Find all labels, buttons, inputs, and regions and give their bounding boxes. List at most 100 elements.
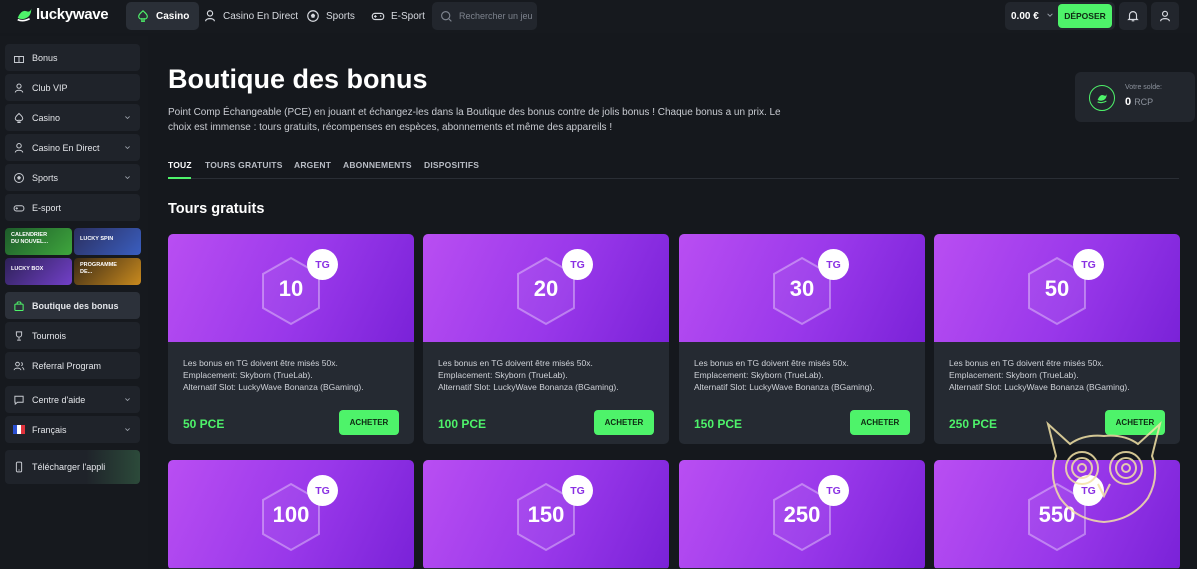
sidebar-item-referral[interactable]: Referral Program <box>5 352 140 379</box>
search-placeholder: Rechercher un jeu <box>459 11 533 21</box>
card-banner: 20 TG <box>423 234 669 342</box>
card-banner: 50 TG <box>934 234 1180 342</box>
bonus-card: 10 TG Les bonus en TG doivent être misés 5… <box>168 234 414 444</box>
tg-badge: TG <box>562 475 593 506</box>
card-description: Les bonus en TG doivent être misés 50x. E… <box>949 358 1130 392</box>
card-banner: 30 TG <box>679 234 925 342</box>
logo-icon <box>17 8 32 22</box>
tab-dispositifs[interactable]: DISPOSITIFS <box>424 160 479 170</box>
promo-label: LUCKY BOX <box>11 266 44 272</box>
nav-sports[interactable]: Sports <box>296 2 365 30</box>
user-icon <box>12 81 26 95</box>
card-value: 10 <box>278 276 304 301</box>
sidebar-item-label: Centre d'aide <box>32 394 86 405</box>
spade-icon <box>138 9 148 22</box>
bonus-card: 550 TG <box>934 460 1180 569</box>
logo[interactable]: luckywave <box>16 6 109 23</box>
promo-lucky-spin[interactable]: LUCKY SPIN <box>74 228 141 255</box>
balance-box[interactable]: 0.00 € DÉPOSER <box>1005 2 1115 30</box>
dealer-icon <box>12 141 26 155</box>
balance-label: Votre solde: <box>1125 84 1162 91</box>
sidebar-item-bonus-shop[interactable]: Boutique des bonus <box>5 292 140 319</box>
tab-argent[interactable]: ARGENT <box>294 160 331 170</box>
promo-label: CALENDRIER DU NOUVEL... <box>11 232 48 245</box>
card-banner: 150 TG <box>423 460 669 568</box>
tg-badge: TG <box>818 475 849 506</box>
nav-label: Casino En Direct <box>223 10 299 22</box>
sidebar-item-esport[interactable]: E-sport <box>5 194 140 221</box>
spade-icon <box>12 111 26 125</box>
tab-touz[interactable]: TOUZ <box>168 160 192 170</box>
card-price: 150 PCE <box>694 417 743 431</box>
sidebar-item-help[interactable]: Centre d'aide <box>5 386 140 413</box>
card-description: Les bonus en TG doivent être misés 50x. E… <box>183 358 364 392</box>
card-value: 30 <box>789 276 815 301</box>
bonus-card: 20 TG Les bonus en TG doivent être misés 5… <box>423 234 669 444</box>
buy-button[interactable]: ACHETER <box>594 410 654 435</box>
tg-badge: TG <box>562 249 593 280</box>
bonus-card: 100 TG <box>168 460 414 569</box>
tab-abonnements[interactable]: ABONNEMENTS <box>343 160 412 170</box>
tab-tours-gratuits[interactable]: TOURS GRATUITS <box>205 160 283 170</box>
card-body: Les bonus en TG doivent être misés 50x. E… <box>934 342 1180 444</box>
card-body: Les bonus en TG doivent être misés 50x. E… <box>423 342 669 444</box>
nav-label: E-Sport <box>391 10 425 22</box>
search-input[interactable]: Rechercher un jeu <box>432 2 537 30</box>
card-price: 100 PCE <box>438 417 487 431</box>
sidebar-item-casino[interactable]: Casino <box>5 104 140 131</box>
tg-badge: TG <box>818 249 849 280</box>
active-tab-indicator <box>168 177 191 179</box>
page-description: Point Comp Échangeable (PCE) en jouant e… <box>168 107 781 133</box>
promo-lucky-box[interactable]: LUCKY BOX <box>5 258 72 285</box>
deposit-button[interactable]: DÉPOSER <box>1058 4 1112 28</box>
nav-esport[interactable]: E-Sport <box>361 2 435 30</box>
card-value: 100 <box>272 502 310 527</box>
chevron-down-icon <box>125 116 130 120</box>
bonus-card: 30 TG Les bonus en TG doivent être misés 5… <box>679 234 925 444</box>
nav-casino[interactable]: Casino <box>126 2 200 30</box>
ball-icon <box>307 10 319 22</box>
sidebar-item-label: Casino En Direct <box>32 142 100 153</box>
bonus-card: 250 TG <box>679 460 925 569</box>
card-banner: 10 TG <box>168 234 414 342</box>
chevron-down-icon <box>1047 13 1053 17</box>
nav-label: Casino <box>156 10 190 22</box>
promo-calendar[interactable]: CALENDRIER DU NOUVEL... <box>5 228 72 255</box>
gift-icon <box>12 51 26 65</box>
chevron-down-icon <box>125 428 130 432</box>
card-banner: 250 TG <box>679 460 925 568</box>
sidebar-item-live-casino[interactable]: Casino En Direct <box>5 134 140 161</box>
sidebar-item-language[interactable]: Français <box>5 416 140 443</box>
buy-button[interactable]: ACHETER <box>339 410 399 435</box>
sidebar-item-bonus[interactable]: Bonus <box>5 44 140 71</box>
sidebar-item-download-app[interactable]: Télécharger l'appli <box>5 450 140 484</box>
card-description: Les bonus en TG doivent être misés 50x. E… <box>694 358 875 392</box>
ball-icon <box>12 171 26 185</box>
sidebar-item-tournois[interactable]: Tournois <box>5 322 140 349</box>
sidebar-item-label: Bonus <box>32 52 58 63</box>
notifications-button[interactable] <box>1119 2 1147 30</box>
buy-button[interactable]: ACHETER <box>850 410 910 435</box>
card-banner: 100 TG <box>168 460 414 568</box>
card-banner: 550 TG <box>934 460 1180 568</box>
promo-programme[interactable]: PROGRAMME DE... <box>74 258 141 285</box>
card-description: Les bonus en TG doivent être misés 50x. E… <box>438 358 619 392</box>
balance-value: 0 RCP <box>1125 96 1154 108</box>
buy-button[interactable]: ACHETER <box>1105 410 1165 435</box>
profile-button[interactable] <box>1151 2 1179 30</box>
card-value: 20 <box>533 276 559 301</box>
sidebar-item-label: Tournois <box>32 330 67 341</box>
coin-icon <box>1089 85 1115 111</box>
chat-icon <box>12 393 26 407</box>
logo-text: luckywave <box>36 6 109 23</box>
sidebar-item-label: Referral Program <box>32 360 102 371</box>
nav-live-casino[interactable]: Casino En Direct <box>193 2 308 30</box>
category-tabs: TOUZ TOURS GRATUITS ARGENT ABONNEMENTS D… <box>168 158 1179 179</box>
bonus-card: 150 TG <box>423 460 669 569</box>
sidebar-item-sports[interactable]: Sports <box>5 164 140 191</box>
dealer-icon <box>205 10 215 22</box>
card-price: 250 PCE <box>949 417 998 431</box>
sidebar-item-club-vip[interactable]: Club VIP <box>5 74 140 101</box>
promo-label: PROGRAMME DE... <box>80 262 117 275</box>
bonus-card: 50 TG Les bonus en TG doivent être misés 5… <box>934 234 1180 444</box>
